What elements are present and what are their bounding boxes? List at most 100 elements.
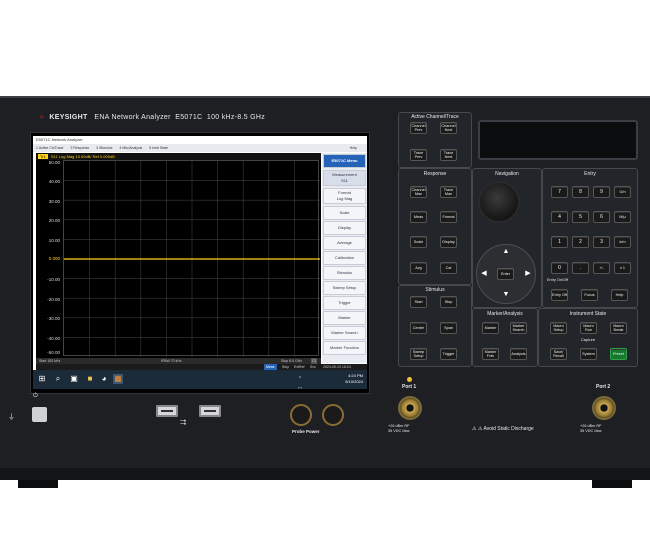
macro-setup-button[interactable]: Macro Setup xyxy=(550,322,567,334)
task-view-icon[interactable]: ▣ xyxy=(69,374,79,384)
softkey-display[interactable]: Display xyxy=(323,221,366,235)
marker-search-button[interactable]: Marker Search xyxy=(510,322,527,334)
menu-item-help[interactable]: Help xyxy=(350,144,357,152)
softkey-stimulus[interactable]: Stimulus xyxy=(323,266,366,280)
file-explorer-icon[interactable]: ■ xyxy=(85,374,95,384)
preset-button[interactable]: Preset xyxy=(610,348,627,360)
probe-power-connector-1[interactable] xyxy=(290,404,312,426)
power-button[interactable] xyxy=(32,407,47,422)
marker-button[interactable]: Marker xyxy=(482,322,499,334)
menu-item-response[interactable]: 2 Response xyxy=(70,146,89,150)
key-5[interactable]: 5 xyxy=(572,211,589,223)
focus-button[interactable]: Focus xyxy=(581,289,598,301)
meas-button[interactable]: Meas xyxy=(410,211,427,223)
key-0[interactable]: 0 xyxy=(551,262,568,274)
trace-prev-button[interactable]: Trace Prev xyxy=(410,149,427,161)
y-tick: 40.00 xyxy=(48,179,60,184)
trace-format: S11 Log Mag 10.00dB/ Ref 0.000dB xyxy=(50,154,115,159)
usb-port-1[interactable] xyxy=(156,405,178,417)
center-button[interactable]: Center xyxy=(410,322,427,334)
menu-item-instr-state[interactable]: 5 Instr State xyxy=(149,146,168,150)
softkey-sweep-setup[interactable]: Sweep Setup xyxy=(323,281,366,295)
key-plus-minus[interactable]: +/- xyxy=(593,262,610,274)
key-kilo[interactable]: k/m xyxy=(614,236,631,248)
stop-button[interactable]: Stop xyxy=(440,296,457,308)
search-icon[interactable]: ⌕ xyxy=(53,374,63,384)
port2-connector[interactable] xyxy=(592,396,616,420)
scale-button[interactable]: Scale xyxy=(410,236,427,248)
y-tick: 10.00 xyxy=(48,238,60,243)
y-tick: -40.00 xyxy=(47,336,60,341)
trace-max-button[interactable]: Trace Max xyxy=(440,186,457,198)
y-tick: -10.00 xyxy=(47,277,60,282)
key-9[interactable]: 9 xyxy=(593,186,610,198)
softkey-menu-title[interactable]: E5071C Menu xyxy=(323,154,366,168)
rotary-knob[interactable] xyxy=(478,181,520,223)
softkey-trigger[interactable]: Trigger xyxy=(323,296,366,310)
key-6[interactable]: 6 xyxy=(593,211,610,223)
softkey-average[interactable]: Average xyxy=(323,236,366,250)
marker-fctn-button[interactable]: Marker Fctn xyxy=(482,348,499,360)
cal-button[interactable]: Cal xyxy=(440,262,457,274)
key-4[interactable]: 4 xyxy=(551,211,568,223)
sweep-setup-button[interactable]: Sweep Setup xyxy=(410,348,427,360)
system-tray-icons[interactable]: ⌃ ▭ xyxy=(295,374,305,389)
y-tick: -50.00 xyxy=(47,350,60,355)
right-arrow-icon[interactable]: ▶ xyxy=(523,269,533,279)
softkey-measurement[interactable]: Measurement S11 xyxy=(323,170,366,186)
format-button[interactable]: Format xyxy=(440,211,457,223)
key-1[interactable]: 1 xyxy=(551,236,568,248)
network-analyzer-app-icon[interactable]: ▦ xyxy=(113,374,123,384)
key-decimal[interactable]: . xyxy=(572,262,589,274)
trigger-button[interactable]: Trigger xyxy=(440,348,457,360)
system-button[interactable]: System xyxy=(580,348,597,360)
display-button[interactable]: Display xyxy=(440,236,457,248)
menu-item-mkr-analysis[interactable]: 4 Mkr/Analysis xyxy=(119,146,142,150)
left-arrow-icon[interactable]: ◀ xyxy=(479,269,489,279)
softkey-panel: E5071C Menu Measurement S11 Format Log M… xyxy=(322,153,367,363)
chassis-base xyxy=(0,468,650,480)
key-giga[interactable]: G/n xyxy=(614,186,631,198)
enter-button[interactable]: Enter xyxy=(497,268,514,280)
port2-label: Port 2 xyxy=(596,384,611,390)
up-arrow-icon[interactable]: ▲ xyxy=(501,247,511,257)
softkey-format[interactable]: Format Log Mag xyxy=(323,188,366,204)
analysis-button[interactable]: Analysis xyxy=(510,348,527,360)
softkey-marker[interactable]: Marker xyxy=(323,311,366,325)
trace-next-button[interactable]: Trace Next xyxy=(440,149,457,161)
softkey-marker-function[interactable]: Marker Function xyxy=(323,341,366,355)
group-label-stimulus: Stimulus xyxy=(425,287,445,293)
key-x1[interactable]: x 1 xyxy=(614,262,631,274)
softkey-calibration[interactable]: Calibration xyxy=(323,251,366,265)
avg-button[interactable]: Avg xyxy=(410,262,427,274)
media-icon[interactable]: ◕ xyxy=(99,374,109,384)
taskbar-clock[interactable]: 4:24 PM 5/10/2024 xyxy=(345,373,363,385)
macro-run-button[interactable]: Macro Run xyxy=(580,322,597,334)
save-recall-button[interactable]: Save/ Recall xyxy=(550,348,567,360)
key-mega[interactable]: M/μ xyxy=(614,211,631,223)
port1-connector[interactable] xyxy=(398,396,422,420)
y-tick: 50.00 xyxy=(48,160,60,165)
softkey-scale[interactable]: Scale xyxy=(323,206,366,220)
key-8[interactable]: 8 xyxy=(572,186,589,198)
menu-item-active-ch[interactable]: 1 Active Ch/Trace xyxy=(36,146,64,150)
help-button[interactable]: Help xyxy=(611,289,628,301)
standby-icon: ⏻ xyxy=(33,393,38,399)
probe-power-connector-2[interactable] xyxy=(322,404,344,426)
start-button[interactable]: Start xyxy=(410,296,427,308)
key-3[interactable]: 3 xyxy=(593,236,610,248)
usb-port-2[interactable] xyxy=(199,405,221,417)
channel-max-button[interactable]: Channel Max xyxy=(410,186,427,198)
port1-label: Port 1 xyxy=(402,384,417,390)
key-7[interactable]: 7 xyxy=(551,186,568,198)
channel-prev-button[interactable]: Channel Prev xyxy=(410,122,427,134)
windows-start-icon[interactable]: ⊞ xyxy=(37,374,47,384)
softkey-marker-search[interactable]: Marker Search xyxy=(323,326,366,340)
menu-item-stimulus[interactable]: 3 Stimulus xyxy=(96,146,112,150)
down-arrow-icon[interactable]: ▼ xyxy=(501,290,511,300)
entry-off-button[interactable]: Entry Off xyxy=(551,289,568,301)
span-button[interactable]: Span xyxy=(440,322,457,334)
channel-next-button[interactable]: Channel Next xyxy=(440,122,457,134)
macro-break-button[interactable]: Macro Break xyxy=(610,322,627,334)
key-2[interactable]: 2 xyxy=(572,236,589,248)
